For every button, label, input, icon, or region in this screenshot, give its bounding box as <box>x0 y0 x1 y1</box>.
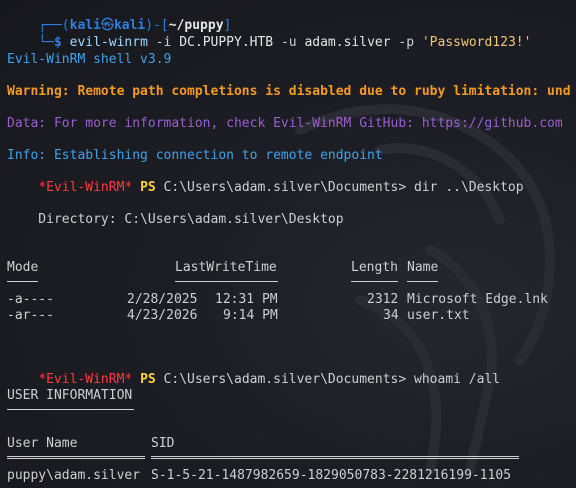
dir-row-1-time: 12:31 PM <box>215 292 278 307</box>
shell-name: *Evil-WinRM* <box>38 180 133 195</box>
ps-label: PS <box>140 180 156 195</box>
banner-warning: Warning: Remote path completions is disa… <box>7 84 571 99</box>
dir-underline-lastwritetime <box>175 281 278 282</box>
user-info-title: USER INFORMATION <box>7 388 133 403</box>
command-arg-p: -p <box>390 35 422 50</box>
banner-info: Info: Establishing connection to remote … <box>7 148 383 163</box>
dir-row-2-date: 4/23/2026 <box>127 308 198 323</box>
ps-command-2: whoami /all <box>414 372 501 387</box>
command-name: evil-winrm <box>69 35 148 50</box>
cwd-path: C:\Users\adam.silver\Documents> <box>163 180 407 195</box>
user-info-username: puppy\adam.silver <box>7 468 141 483</box>
prompt-line-top: ┌──(kali㉿kali)-[~/puppy] <box>7 2 231 33</box>
user-info-title-underline <box>7 409 134 410</box>
shell-name: *Evil-WinRM* <box>38 372 133 387</box>
ps-label: PS <box>140 372 156 387</box>
command-password: 'Password123!' <box>421 35 532 50</box>
terminal-window[interactable]: ┌──(kali㉿kali)-[~/puppy] └─$ evil-winrm … <box>0 0 576 488</box>
dir-row-2-time: 9:14 PM <box>223 308 278 323</box>
dir-header-lastwritetime: LastWriteTime <box>175 260 277 275</box>
dir-row-1-mode: -a---- <box>7 292 54 307</box>
dir-row-2-name: user.txt <box>407 308 470 323</box>
prompt-dollar: $ <box>53 35 62 50</box>
ps-prompt-line-2: *Evil-WinRM* PS C:\Users\adam.silver\Doc… <box>7 356 500 387</box>
command-arg-u: -u <box>273 35 305 50</box>
dir-header-length: Length <box>351 260 398 275</box>
cwd-path: C:\Users\adam.silver\Documents> <box>163 372 407 387</box>
banner-data: Data: For more information, check Evil-W… <box>7 116 563 131</box>
user-info-col-user: User Name <box>7 436 78 451</box>
dir-row-2-length: 34 <box>383 308 399 323</box>
dir-header-mode: Mode <box>7 260 39 275</box>
user-info-sid: S-1-5-21-1487982659-1829050783-228121619… <box>151 468 512 483</box>
banner-version: Evil-WinRM shell v3.9 <box>7 52 172 67</box>
prompt-corner-bottom: └─ <box>38 35 54 50</box>
dir-underline-name <box>407 281 438 282</box>
dir-row-1-length: 2312 <box>367 292 399 307</box>
dir-row-1-name: Microsoft Edge.lnk <box>407 292 548 307</box>
user-info-col-sid: SID <box>151 436 175 451</box>
ps-command-1: dir ..\Desktop <box>414 180 524 195</box>
user-info-col-user-underline <box>7 456 145 459</box>
command-username: adam.silver <box>304 35 391 50</box>
kali-dragon-watermark-icon <box>295 104 555 475</box>
prompt-line-command[interactable]: └─$ evil-winrm -i DC.PUPPY.HTB -u adam.s… <box>7 19 531 50</box>
command-target: DC.PUPPY.HTB <box>179 35 274 50</box>
dir-header-name: Name <box>407 260 439 275</box>
command-arg-i: -i <box>147 35 180 50</box>
ps-prompt-line-1: *Evil-WinRM* PS C:\Users\adam.silver\Doc… <box>7 164 523 195</box>
dir-row-2-mode: -ar--- <box>7 308 54 323</box>
dir-row-1-date: 2/28/2025 <box>127 292 198 307</box>
user-info-col-sid-underline <box>151 456 519 459</box>
dir-underline-mode <box>7 281 38 282</box>
dir-underline-length <box>351 281 398 282</box>
directory-heading: Directory: C:\Users\adam.silver\Desktop <box>7 212 344 227</box>
